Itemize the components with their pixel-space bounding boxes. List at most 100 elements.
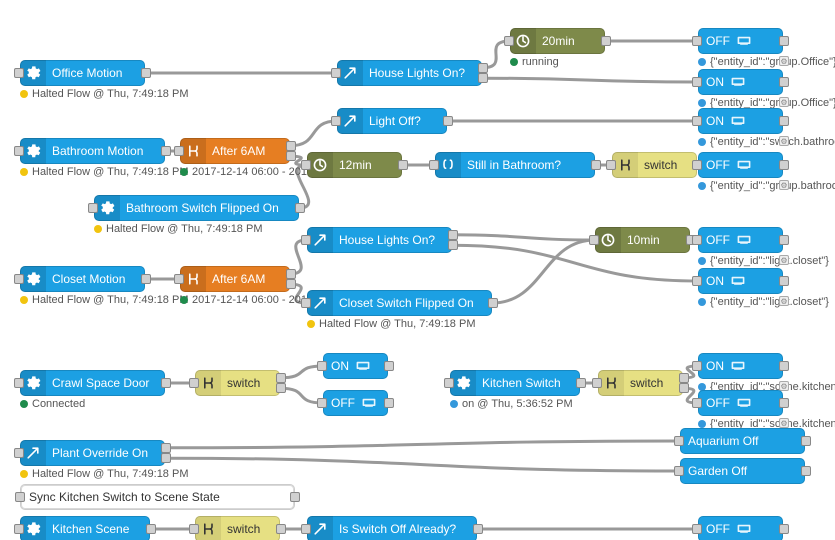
- node-kitchen_switch[interactable]: Kitchen Switch: [450, 370, 580, 396]
- port-in[interactable]: [444, 378, 454, 388]
- port-in[interactable]: [331, 68, 341, 78]
- node-on_closet[interactable]: ON: [698, 268, 783, 294]
- port-out[interactable]: [779, 77, 789, 87]
- config-gear-icon[interactable]: ⚙: [779, 136, 789, 146]
- port-out[interactable]: [779, 398, 789, 408]
- port-in[interactable]: [317, 398, 327, 408]
- node-office_motion[interactable]: Office Motion: [20, 60, 145, 86]
- port-out-2[interactable]: [679, 383, 689, 393]
- port-out[interactable]: [146, 524, 156, 534]
- port-in[interactable]: [692, 116, 702, 126]
- node-kitchen_scene[interactable]: Kitchen Scene: [20, 516, 150, 540]
- node-switch_3[interactable]: switch: [598, 370, 683, 396]
- port-out[interactable]: [398, 160, 408, 170]
- node-light_off_q[interactable]: Light Off?: [337, 108, 447, 134]
- port-in[interactable]: [504, 36, 514, 46]
- node-off_bath[interactable]: OFF: [698, 152, 783, 178]
- port-out[interactable]: [141, 274, 151, 284]
- port-out-1[interactable]: [448, 230, 458, 240]
- port-in[interactable]: [88, 203, 98, 213]
- port-out[interactable]: [384, 398, 394, 408]
- port-in[interactable]: [692, 77, 702, 87]
- config-gear-icon[interactable]: ⚙: [779, 418, 789, 428]
- node-still_bath[interactable]: Still in Bathroom?: [435, 152, 595, 178]
- node-on_bath[interactable]: ON: [698, 108, 783, 134]
- port-out[interactable]: [601, 36, 611, 46]
- node-plant_override[interactable]: Plant Override On: [20, 440, 165, 466]
- node-switch_2[interactable]: switch: [195, 370, 280, 396]
- port-out-2[interactable]: [161, 453, 171, 463]
- port-out-1[interactable]: [478, 63, 488, 73]
- port-in[interactable]: [301, 524, 311, 534]
- port-in[interactable]: [301, 160, 311, 170]
- port-in[interactable]: [301, 235, 311, 245]
- config-gear-icon[interactable]: ⚙: [779, 180, 789, 190]
- port-out-2[interactable]: [276, 383, 286, 393]
- port-in[interactable]: [692, 160, 702, 170]
- port-in[interactable]: [301, 298, 311, 308]
- node-switch_4[interactable]: switch: [195, 516, 280, 540]
- port-out-1[interactable]: [276, 373, 286, 383]
- node-off_crawl[interactable]: OFF: [323, 390, 388, 416]
- node-switch_1[interactable]: switch: [612, 152, 697, 178]
- port-out[interactable]: [473, 524, 483, 534]
- port-in[interactable]: [14, 146, 24, 156]
- port-out[interactable]: [290, 492, 300, 502]
- config-gear-icon[interactable]: ⚙: [779, 296, 789, 306]
- node-sync_comment[interactable]: Sync Kitchen Switch to Scene State: [20, 484, 295, 510]
- port-out[interactable]: [779, 160, 789, 170]
- port-out[interactable]: [779, 36, 789, 46]
- node-delay_10[interactable]: 10min: [595, 227, 690, 253]
- port-out[interactable]: [295, 203, 305, 213]
- config-gear-icon[interactable]: ⚙: [779, 56, 789, 66]
- node-on_office[interactable]: ON: [698, 69, 783, 95]
- port-in[interactable]: [189, 378, 199, 388]
- port-in[interactable]: [674, 466, 684, 476]
- node-off_office[interactable]: OFF: [698, 28, 783, 54]
- port-in[interactable]: [14, 68, 24, 78]
- port-in[interactable]: [692, 361, 702, 371]
- port-in[interactable]: [692, 36, 702, 46]
- port-out[interactable]: [801, 466, 811, 476]
- node-garden_off[interactable]: Garden Off: [680, 458, 805, 484]
- port-out-2[interactable]: [448, 240, 458, 250]
- port-in[interactable]: [429, 160, 439, 170]
- node-off_closet[interactable]: OFF: [698, 227, 783, 253]
- port-in[interactable]: [317, 361, 327, 371]
- port-in[interactable]: [592, 378, 602, 388]
- port-out[interactable]: [443, 116, 453, 126]
- port-out[interactable]: [576, 378, 586, 388]
- port-in[interactable]: [692, 398, 702, 408]
- port-out-2[interactable]: [286, 151, 296, 161]
- port-out-1[interactable]: [679, 373, 689, 383]
- node-closet_motion[interactable]: Closet Motion: [20, 266, 145, 292]
- node-off_kitchen[interactable]: OFF: [698, 390, 783, 416]
- port-in[interactable]: [674, 436, 684, 446]
- node-off_last[interactable]: OFF: [698, 516, 783, 540]
- node-on_crawl[interactable]: ON: [323, 353, 388, 379]
- port-out[interactable]: [141, 68, 151, 78]
- port-out-2[interactable]: [478, 73, 488, 83]
- flow-canvas[interactable]: Office MotionHalted Flow @ Thu, 7:49:18 …: [0, 0, 835, 540]
- node-is_switch_off[interactable]: Is Switch Off Already?: [307, 516, 477, 540]
- port-in[interactable]: [174, 274, 184, 284]
- port-out-2[interactable]: [286, 279, 296, 289]
- port-in[interactable]: [14, 524, 24, 534]
- node-after6_1[interactable]: After 6AM: [180, 138, 290, 164]
- port-in[interactable]: [692, 276, 702, 286]
- node-house_lights_2[interactable]: House Lights On?: [307, 227, 452, 253]
- port-in[interactable]: [14, 448, 24, 458]
- port-out[interactable]: [779, 361, 789, 371]
- node-delay_20[interactable]: 20min: [510, 28, 605, 54]
- port-in[interactable]: [14, 378, 24, 388]
- port-out[interactable]: [591, 160, 601, 170]
- port-out[interactable]: [161, 378, 171, 388]
- port-in[interactable]: [331, 116, 341, 126]
- port-out[interactable]: [801, 436, 811, 446]
- port-in[interactable]: [15, 492, 25, 502]
- config-gear-icon[interactable]: ⚙: [779, 381, 789, 391]
- port-out[interactable]: [779, 235, 789, 245]
- port-out[interactable]: [779, 116, 789, 126]
- port-out[interactable]: [779, 524, 789, 534]
- port-out[interactable]: [276, 524, 286, 534]
